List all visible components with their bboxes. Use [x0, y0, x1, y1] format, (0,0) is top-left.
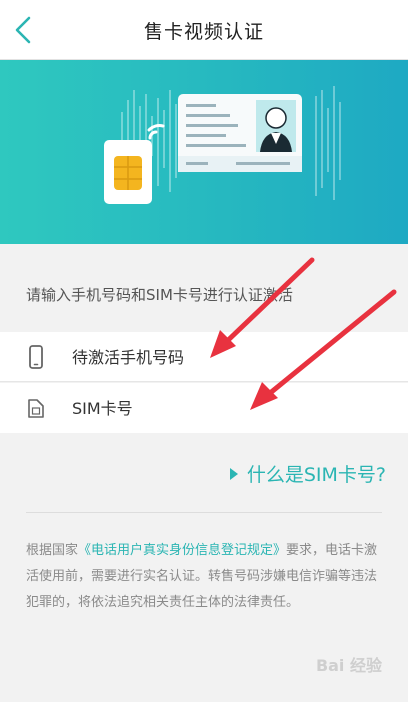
sim-card-icon	[28, 399, 44, 418]
baidu-jingyan-watermark: Bai 经验	[315, 656, 382, 675]
sim-number-row[interactable]	[0, 383, 408, 433]
sim-card-id-card-illustration	[104, 86, 341, 204]
regulation-link[interactable]: 《电话用户真实身份信息登记规定》	[78, 543, 286, 558]
triangle-right-icon	[229, 467, 238, 480]
sim-number-input[interactable]	[72, 393, 372, 423]
page-title: 售卡视频认证	[143, 21, 264, 43]
phone-number-row[interactable]	[0, 332, 408, 382]
what-is-sim-number-label: 什么是SIM卡号?	[246, 464, 386, 486]
phone-icon	[29, 345, 43, 369]
divider	[26, 512, 382, 513]
instruction-text: 请输入手机号码和SIM卡号进行认证激活	[26, 286, 293, 304]
banner	[0, 60, 408, 244]
phone-number-input[interactable]	[72, 342, 372, 372]
what-is-sim-number-link[interactable]: 什么是SIM卡号?	[229, 460, 386, 487]
regulation-notice: 根据国家《电话用户真实身份信息登记规定》要求，电话卡激活使用前，需要进行实名认证…	[26, 538, 386, 616]
top-bar: 售卡视频认证	[0, 0, 408, 60]
notice-prefix: 根据国家	[26, 543, 79, 558]
